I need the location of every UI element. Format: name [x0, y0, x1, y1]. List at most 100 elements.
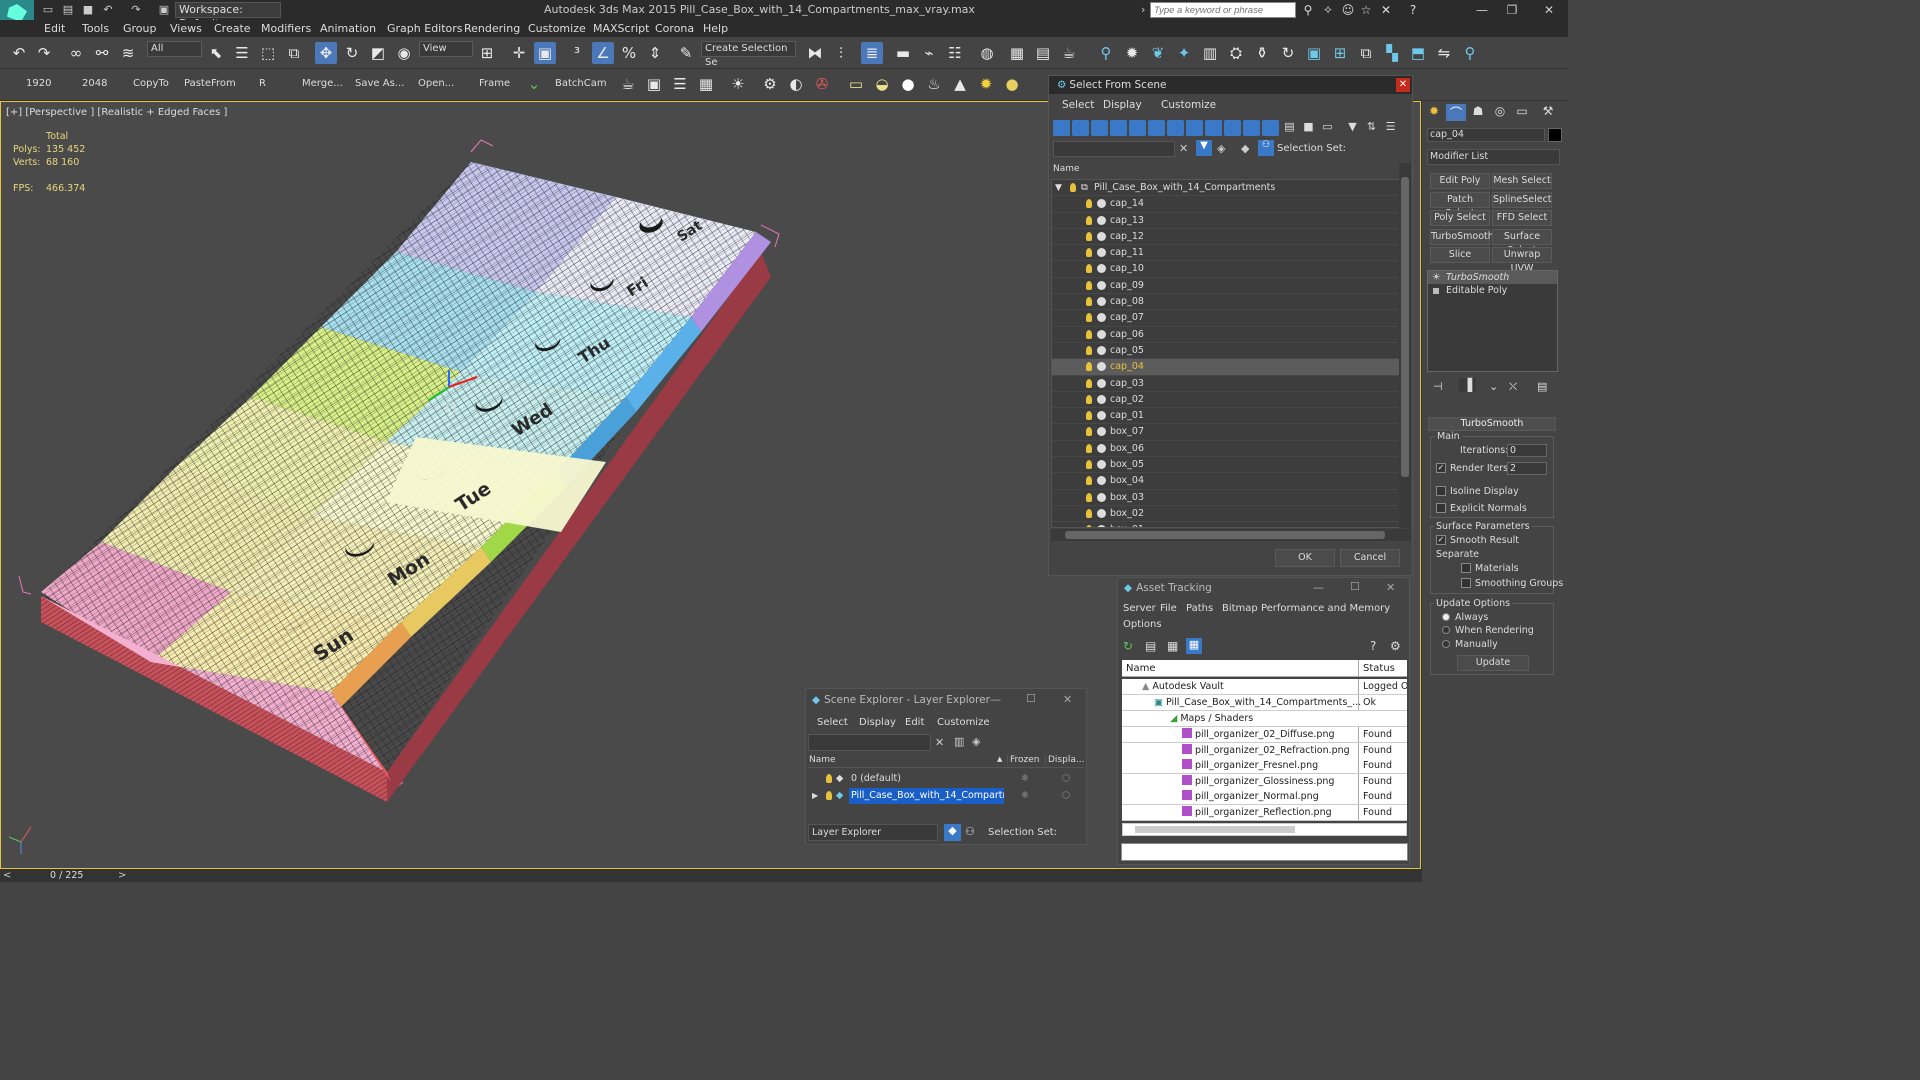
pin-stack-icon[interactable]: ⊣	[1433, 380, 1443, 393]
display-box-icon[interactable]: ⬡	[1062, 771, 1070, 787]
tree-item[interactable]: cap_13	[1052, 213, 1399, 229]
select-and-rotate-icon[interactable]: ↻	[341, 42, 363, 64]
tree-item[interactable]: cap_06	[1052, 327, 1399, 343]
layer-row-pill-case[interactable]: ▶ ◆ Pill_Case_Box_with_14_Compartme... ❄…	[808, 788, 1084, 804]
remove-modifier-icon[interactable]: ⛌	[1509, 380, 1517, 394]
ffd-select-button[interactable]: FFD Select	[1492, 210, 1552, 226]
stack-item-editable-poly[interactable]: Editable Poly	[1428, 284, 1557, 297]
chevron-down-icon[interactable]: ⌄	[523, 73, 545, 95]
display-box-icon[interactable]: ⬡	[1062, 788, 1070, 804]
tree-root[interactable]: ▼ ⧉ Pill_Case_Box_with_14_Compartments	[1052, 180, 1399, 197]
refresh-icon[interactable]: ↻	[1277, 42, 1299, 64]
time-slider-next-icon[interactable]: >	[118, 870, 126, 881]
explicit-normals-checkbox[interactable]	[1436, 503, 1446, 513]
light-bulb-icon[interactable]	[1086, 476, 1092, 486]
proxy-icon[interactable]: ✦	[1173, 42, 1195, 64]
tree-item[interactable]: box_03	[1052, 490, 1399, 506]
menu-maxscript[interactable]: MAXScript	[593, 22, 649, 35]
menu-tools[interactable]: Tools	[82, 22, 109, 35]
display-lights-icon[interactable]	[1091, 120, 1108, 136]
asset-row-maps-shaders[interactable]: ◢ Maps / Shaders	[1122, 711, 1407, 727]
tree-item[interactable]: cap_07	[1052, 310, 1399, 327]
render-view-icon[interactable]: ▣	[1303, 42, 1325, 64]
save-icon[interactable]: ■	[80, 2, 96, 17]
materials-checkbox[interactable]	[1461, 563, 1471, 573]
motion-tab-icon[interactable]: ◎	[1490, 104, 1510, 121]
select-object-icon[interactable]: ⬉	[205, 42, 227, 64]
refresh-icon[interactable]: ↻	[1123, 639, 1133, 653]
menu-create[interactable]: Create	[214, 22, 251, 35]
manually-radio[interactable]	[1442, 640, 1450, 648]
render-iters-checkbox[interactable]: ✓	[1436, 463, 1446, 473]
menu-group[interactable]: Group	[123, 22, 157, 35]
tree-item[interactable]: box_01	[1052, 522, 1399, 527]
light-bulb-icon[interactable]: ☀	[727, 73, 749, 95]
redo-icon[interactable]: ↷	[128, 2, 144, 17]
light-bulb-icon[interactable]	[1086, 280, 1092, 290]
sfs-menu-display[interactable]: Display	[1103, 99, 1142, 111]
sort-by-hierarchy-icon[interactable]: ⚇	[965, 825, 975, 838]
configure-sets-icon[interactable]: ▤	[1537, 380, 1547, 393]
unlink-icon[interactable]: ⚯	[91, 42, 113, 64]
scene-menu-customize[interactable]: Customize	[937, 717, 990, 728]
tree-item[interactable]: box_02	[1052, 506, 1399, 523]
iterations-spinner[interactable]: 0	[1507, 444, 1547, 457]
asset-status-column-header[interactable]: Status	[1358, 660, 1395, 677]
close-icon[interactable]: ✕	[1386, 581, 1395, 594]
light-bulb-icon[interactable]	[1086, 297, 1092, 307]
asset-menu-paths[interactable]: Paths	[1186, 603, 1213, 614]
asset-row-file[interactable]: pill_organizer_Reflection.png Found	[1122, 805, 1407, 821]
shelf-pastefrom-button[interactable]: PasteFrom	[184, 78, 236, 89]
snaps-toggle-icon[interactable]: ³	[566, 42, 588, 64]
sun-light-icon[interactable]: ✹	[975, 73, 997, 95]
tree-item[interactable]: cap_12	[1052, 229, 1399, 246]
select-and-place-icon[interactable]: ◉	[393, 42, 415, 64]
scene-name-column-header[interactable]: Name	[809, 755, 836, 765]
restore-icon[interactable]: ❐	[1495, 0, 1529, 20]
asset-row-file[interactable]: pill_organizer_Glossiness.png Found	[1122, 774, 1407, 790]
render-iters-spinner[interactable]: 2	[1507, 462, 1547, 475]
menu-edit[interactable]: Edit	[44, 22, 65, 35]
align-icon[interactable]: ⫶	[830, 42, 852, 64]
asset-menu-bitmap-performance[interactable]: Bitmap Performance and Memory	[1222, 603, 1390, 614]
object-color-swatch[interactable]	[1548, 128, 1562, 142]
modifier-list-dropdown[interactable]: Modifier List	[1427, 149, 1560, 165]
film-icon[interactable]: ✇	[811, 73, 833, 95]
light-icon[interactable]: ⚲	[1095, 42, 1117, 64]
light-bulb-icon[interactable]	[1086, 443, 1092, 453]
shelf-frame-button[interactable]: Frame	[479, 78, 510, 89]
asset-path-field[interactable]	[1121, 843, 1408, 861]
tree-item[interactable]: box_05	[1052, 457, 1399, 474]
sfs-menu-select[interactable]: Select	[1062, 99, 1094, 111]
selection-filter-dropdown[interactable]: All	[147, 41, 202, 57]
filter-icon[interactable]: ▼	[1344, 120, 1361, 136]
shelf-2048-button[interactable]: 2048	[82, 78, 107, 89]
expand-icon[interactable]	[1433, 288, 1439, 294]
sort-up-icon[interactable]: ▲	[997, 755, 1002, 763]
display-xrefs-icon[interactable]	[1186, 120, 1203, 136]
list-icon[interactable]: ☰	[669, 73, 691, 95]
freeze-icon[interactable]: ❄	[1021, 771, 1029, 787]
hierarchy-tab-icon[interactable]: ☗	[1468, 104, 1488, 121]
close-icon[interactable]: ✕	[1063, 693, 1072, 706]
asset-menu-server[interactable]: Server	[1123, 603, 1156, 614]
shelf-open-button[interactable]: Open...	[418, 78, 454, 89]
help-icon[interactable]: ?	[1405, 2, 1421, 18]
render-setup-icon[interactable]: ▦	[1006, 42, 1028, 64]
sfs-name-column-header[interactable]: Name	[1053, 164, 1080, 174]
tree-item[interactable]: cap_08	[1052, 294, 1399, 311]
minimize-icon[interactable]: —	[990, 693, 1001, 706]
asset-horizontal-scrollbar[interactable]	[1122, 823, 1407, 836]
interactive-render-icon[interactable]: ▚	[1381, 42, 1403, 64]
asset-row-file[interactable]: pill_organizer_02_Diffuse.png Found	[1122, 727, 1407, 743]
modify-tab-icon[interactable]: ⌒	[1446, 104, 1466, 121]
sfs-horizontal-scrollbar[interactable]	[1051, 529, 1411, 541]
layer-manager-icon[interactable]: ≣	[861, 42, 883, 64]
spline-select-button[interactable]: SplineSelect	[1492, 192, 1552, 208]
display-all-icon[interactable]: ▤	[1281, 120, 1298, 136]
teapot-icon[interactable]: ☕	[617, 73, 639, 95]
make-unique-icon[interactable]: ⌄	[1489, 380, 1498, 393]
sfs-vertical-scrollbar[interactable]	[1399, 163, 1411, 528]
tree-item[interactable]: box_07	[1052, 424, 1399, 441]
surface-select-button[interactable]: Surface Select	[1492, 229, 1552, 256]
